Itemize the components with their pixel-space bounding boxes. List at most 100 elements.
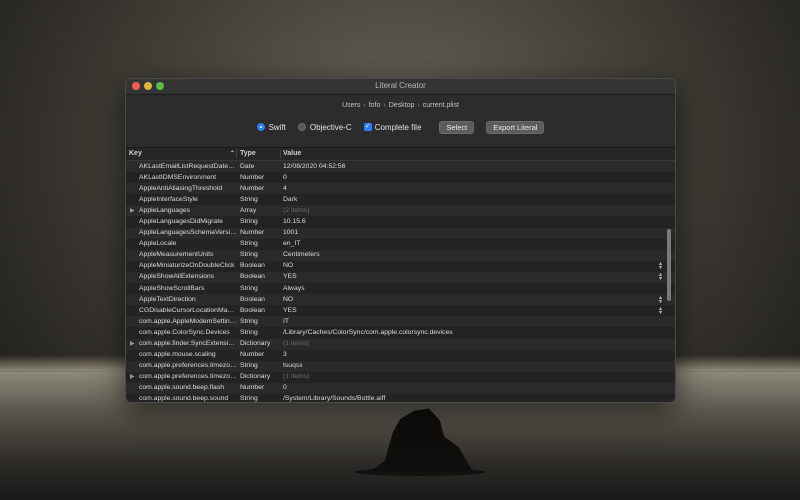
table-row[interactable]: com.apple.preferences.timezon... String ts… — [126, 360, 675, 372]
row-value[interactable]: en_IT — [283, 240, 663, 247]
table-row[interactable]: AppleShowAllExtensions Boolean YES ▴ ▾ — [126, 271, 675, 284]
complete-file-checkbox[interactable]: ✓ Complete file — [363, 123, 421, 132]
table-row[interactable]: AppleLanguagesDidMigrate String 10.15.6 — [126, 216, 675, 228]
row-key[interactable]: CGDisableCursorLocationMagni... — [139, 307, 237, 314]
row-type[interactable]: String — [240, 318, 280, 325]
row-key[interactable]: AKLastEmailListRequestDateKey — [139, 163, 237, 170]
row-type[interactable]: String — [240, 329, 280, 336]
row-value[interactable]: NO — [283, 296, 663, 303]
row-key[interactable]: com.apple.ColorSync.Devices — [139, 329, 237, 336]
popup-chevron-icon[interactable]: ▴ ▾ — [659, 261, 662, 271]
table-row[interactable]: CGDisableCursorLocationMagni... Boolean YE… — [126, 305, 675, 317]
row-type[interactable]: String — [240, 362, 280, 369]
table-row[interactable]: com.apple.sound.beep.sound String/System/… — [126, 393, 675, 402]
row-key[interactable]: AppleTextDirection — [139, 296, 237, 303]
row-value[interactable]: NO — [283, 262, 663, 269]
sort-ascending-icon[interactable]: ⌃ — [230, 150, 235, 157]
row-type[interactable]: Date — [240, 163, 280, 170]
breadcrumb-item-desktop[interactable]: Desktop — [389, 102, 415, 109]
row-type[interactable]: String — [240, 196, 280, 203]
row-type[interactable]: Boolean — [240, 307, 280, 314]
popup-chevron-icon[interactable]: ▴ ▾ — [659, 306, 662, 316]
table-row[interactable]: com.apple.ColorSync.Devices String/Librar… — [126, 327, 675, 339]
row-value[interactable]: 0 — [283, 174, 663, 181]
table-row[interactable]: AppleTextDirection Boolean NO ▴ ▾ — [126, 294, 675, 306]
row-value[interactable]: /System/Library/Sounds/Bottle.aiff — [283, 395, 663, 402]
row-value[interactable]: YES — [283, 307, 663, 314]
row-key[interactable]: AppleShowScrollBars — [139, 285, 237, 292]
row-type[interactable]: Number — [240, 351, 280, 358]
row-value[interactable]: IT — [283, 318, 663, 325]
disclosure-triangle-icon[interactable]: ▶ — [130, 207, 135, 214]
row-key[interactable]: AppleInterfaceStyle — [139, 196, 237, 203]
row-type[interactable]: Number — [240, 384, 280, 391]
row-key[interactable]: AppleLanguages — [139, 207, 237, 214]
row-value[interactable]: Dark — [283, 196, 663, 203]
row-value[interactable]: (1 items) — [283, 373, 663, 380]
row-type[interactable]: String — [240, 285, 280, 292]
row-value[interactable]: tsuqsx — [283, 362, 663, 369]
table-row[interactable]: AppleLocale String en_IT — [126, 238, 675, 250]
row-type[interactable]: Array — [240, 207, 280, 214]
column-header-type[interactable]: Type — [240, 150, 256, 157]
row-value[interactable]: 4 — [283, 185, 663, 192]
table-row[interactable]: AppleInterfaceStyle String Dark — [126, 194, 675, 206]
table-row[interactable]: AppleAntiAliasingThreshold Number 4 — [126, 183, 675, 195]
row-key[interactable]: com.apple.AppleModemSetting... — [139, 318, 237, 325]
row-value[interactable]: Centimeters — [283, 251, 663, 258]
row-key[interactable]: com.apple.mouse.scaling — [139, 351, 237, 358]
row-key[interactable]: AppleShowAllExtensions — [139, 273, 237, 280]
table-row[interactable]: ▶ AppleLanguages Array (2 items) — [126, 205, 675, 217]
row-type[interactable]: Dictionary — [240, 373, 280, 380]
row-value[interactable]: (1 items) — [283, 340, 663, 347]
row-value[interactable]: YES — [283, 273, 663, 280]
disclosure-triangle-icon[interactable]: ▶ — [130, 373, 135, 380]
column-divider[interactable] — [236, 150, 237, 158]
row-type[interactable]: Dictionary — [240, 340, 280, 347]
row-key[interactable]: AppleMiniaturizeOnDoubleClick — [139, 262, 237, 269]
table-row[interactable]: com.apple.sound.beep.flash Number 0 — [126, 382, 675, 394]
row-value[interactable]: 3 — [283, 351, 663, 358]
table-row[interactable]: AppleLanguagesSchemaVersion Number 1001 — [126, 227, 675, 239]
row-value[interactable]: 10.15.6 — [283, 218, 663, 225]
objective-c-radio[interactable]: Objective-C — [297, 123, 352, 132]
table-row[interactable]: AppleMiniaturizeOnDoubleClick Boolean NO ▴ ▾ — [126, 260, 675, 272]
row-value[interactable]: 12/08/2020 04:52:56 — [283, 163, 663, 170]
popup-chevron-icon[interactable]: ▴ ▾ — [659, 272, 662, 282]
row-key[interactable]: AppleLanguagesDidMigrate — [139, 218, 237, 225]
table-row[interactable]: ▶ com.apple.preferences.timezon... Diction… — [126, 371, 675, 383]
row-key[interactable]: AKLastIDMSEnvironment — [139, 174, 237, 181]
table-row[interactable]: AppleMeasurementUnits String Centimeters — [126, 249, 675, 261]
row-key[interactable]: AppleLanguagesSchemaVersion — [139, 229, 237, 236]
row-key[interactable]: com.apple.finder.SyncExtensions — [139, 340, 237, 347]
row-type[interactable]: String — [240, 395, 280, 402]
row-type[interactable]: Boolean — [240, 273, 280, 280]
table-row[interactable]: AppleShowScrollBars String Always — [126, 283, 675, 295]
swift-radio[interactable]: Swift — [256, 123, 286, 132]
export-literal-button[interactable]: Export Literal — [486, 120, 545, 134]
table-row[interactable]: com.apple.AppleModemSetting... String IT — [126, 316, 675, 328]
row-type[interactable]: Boolean — [240, 296, 280, 303]
breadcrumb-item-users[interactable]: Users — [342, 102, 360, 109]
column-divider[interactable] — [280, 150, 281, 158]
column-header-value[interactable]: Value — [283, 150, 301, 157]
row-type[interactable]: Boolean — [240, 262, 280, 269]
disclosure-triangle-icon[interactable]: ▶ — [130, 340, 135, 347]
row-type[interactable]: String — [240, 251, 280, 258]
popup-chevron-icon[interactable]: ▴ ▾ — [659, 295, 662, 305]
row-key[interactable]: com.apple.preferences.timezon... — [139, 362, 237, 369]
breadcrumb-item-file[interactable]: current.plist — [423, 102, 459, 109]
row-value[interactable]: 1001 — [283, 229, 663, 236]
row-type[interactable]: String — [240, 218, 280, 225]
row-value[interactable]: (2 items) — [283, 207, 663, 214]
vertical-scrollbar[interactable] — [667, 229, 671, 301]
row-key[interactable]: com.apple.sound.beep.flash — [139, 384, 237, 391]
row-key[interactable]: AppleAntiAliasingThreshold — [139, 185, 237, 192]
row-key[interactable]: AppleMeasurementUnits — [139, 251, 237, 258]
row-value[interactable]: Always — [283, 285, 663, 292]
breadcrumb-item-fofo[interactable]: fofo — [369, 102, 381, 109]
select-button[interactable]: Select — [439, 120, 475, 134]
row-type[interactable]: Number — [240, 174, 280, 181]
column-header-key[interactable]: Key — [129, 150, 142, 157]
row-value[interactable]: /Library/Caches/ColorSync/com.apple.colo… — [283, 329, 663, 336]
